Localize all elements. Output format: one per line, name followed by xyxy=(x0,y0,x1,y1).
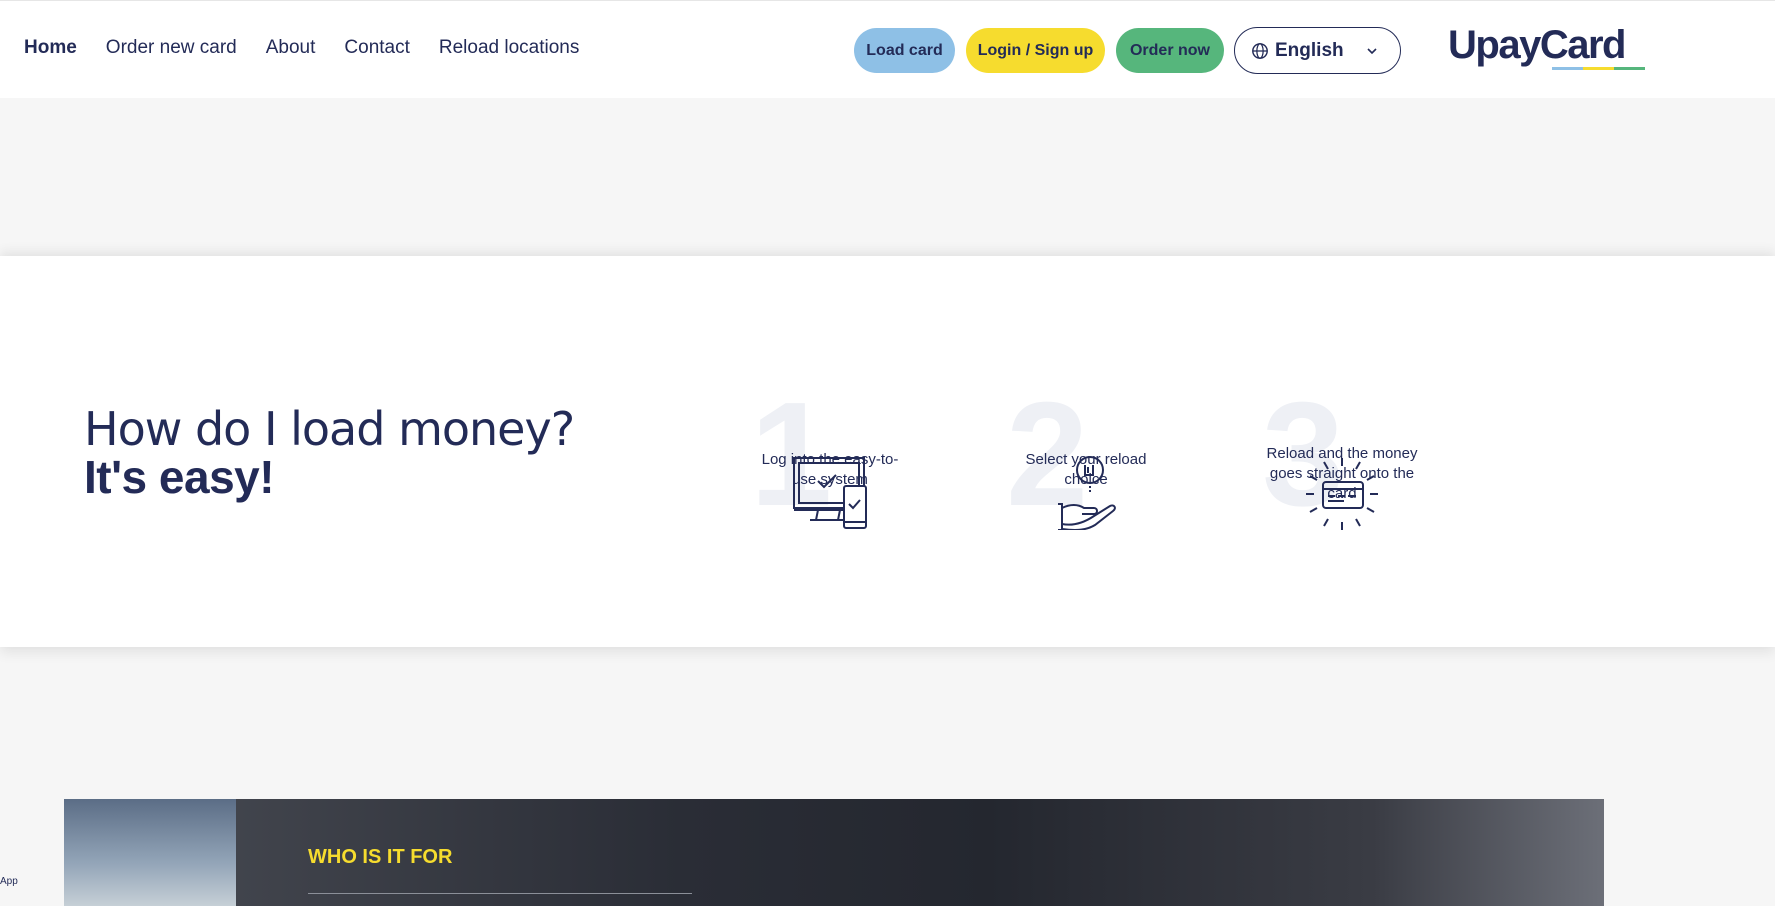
order-now-button[interactable]: Order now xyxy=(1116,28,1224,73)
site-header: Home Order new card About Contact Reload… xyxy=(0,0,1775,98)
chevron-down-icon xyxy=(1367,48,1377,55)
app-tag: App xyxy=(0,876,18,887)
login-signup-button[interactable]: Login / Sign up xyxy=(966,28,1105,73)
language-selector[interactable]: English xyxy=(1234,27,1401,74)
step-2: 2 Select your reload choice xyxy=(1006,380,1166,530)
logo-color-bars xyxy=(1552,67,1645,70)
nav-reload-locations[interactable]: Reload locations xyxy=(439,37,579,59)
computer-phone-icon xyxy=(793,457,867,529)
load-card-button[interactable]: Load card xyxy=(854,28,955,73)
heading-line-1: How do I load money? xyxy=(84,402,575,456)
main-nav: Home Order new card About Contact Reload… xyxy=(24,37,608,59)
section-heading: How do I load money? It's easy! xyxy=(84,402,575,503)
banner-photo-left xyxy=(64,799,236,906)
who-is-it-for-banner: WHO IS IT FOR xyxy=(64,799,1604,906)
who-is-it-for-label: WHO IS IT FOR xyxy=(308,846,453,868)
heading-line-2: It's easy! xyxy=(84,451,275,503)
nav-order-new-card[interactable]: Order new card xyxy=(106,37,237,59)
upaycard-logo[interactable]: UpayCard xyxy=(1448,23,1645,73)
card-shine-icon xyxy=(1306,458,1378,530)
language-label: English xyxy=(1275,39,1344,61)
logo-text: UpayCard xyxy=(1448,23,1626,67)
step-1: 1 Log into the easy-to-use system xyxy=(750,380,910,530)
nav-about[interactable]: About xyxy=(266,37,316,59)
step-3: 3 Reload and the money goes straight ont… xyxy=(1262,380,1422,530)
how-to-load-section: How do I load money? It's easy! 1 Log in… xyxy=(0,256,1775,647)
nav-home[interactable]: Home xyxy=(24,37,77,59)
banner-divider xyxy=(308,893,692,894)
nav-contact[interactable]: Contact xyxy=(344,37,409,59)
globe-icon xyxy=(1252,42,1268,59)
hand-coin-icon xyxy=(1058,456,1116,530)
